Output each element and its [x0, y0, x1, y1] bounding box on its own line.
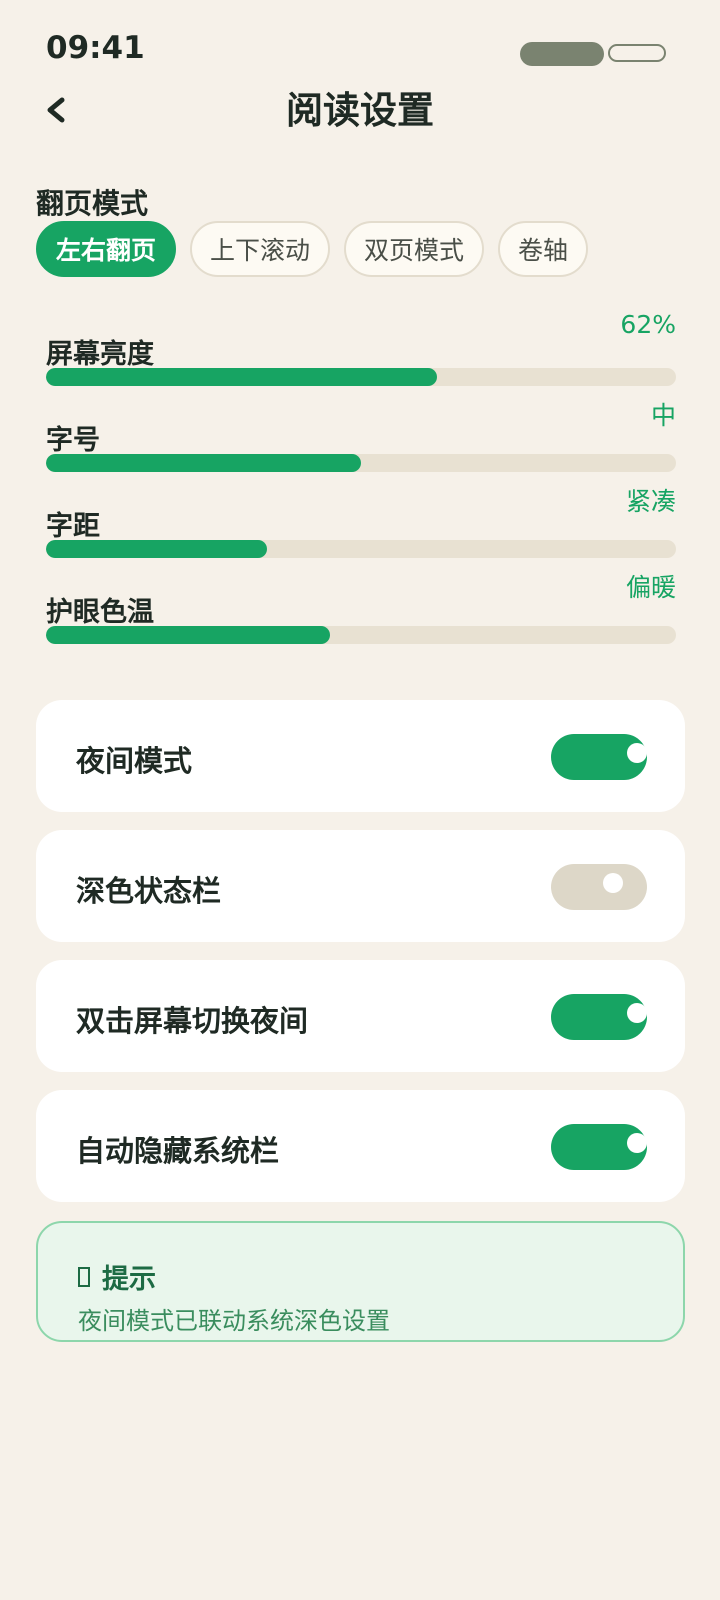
slider-track[interactable]: [46, 368, 676, 386]
setting-dark-status-bar: 深色状态栏: [36, 830, 685, 942]
slider-label: 屏幕亮度: [46, 339, 154, 370]
setting-double-tap-night: 双击屏幕切换夜间: [36, 960, 685, 1072]
slider-track[interactable]: [46, 626, 676, 644]
status-battery-icon: [608, 44, 666, 62]
slider-label: 护眼色温: [46, 597, 154, 628]
slider-fill: [46, 454, 361, 472]
slider-fill: [46, 540, 267, 558]
setting-label: 深色状态栏: [76, 874, 222, 908]
page-mode-option-left-right[interactable]: 左右翻页: [36, 221, 177, 277]
setting-night-mode: 夜间模式: [36, 700, 685, 812]
setting-label: 双击屏幕切换夜间: [76, 1004, 309, 1038]
slider-track[interactable]: [46, 454, 676, 472]
tip-card: 提示 夜间模式已联动系统深色设置: [36, 1221, 685, 1342]
slider-track[interactable]: [46, 540, 676, 558]
page-mode-label: 翻页模式: [36, 187, 149, 220]
tip-text: 夜间模式已联动系统深色设置: [78, 1307, 390, 1335]
tip-heading: 提示: [78, 1257, 156, 1296]
page-mode-option-scroll-roll[interactable]: 卷轴: [498, 221, 589, 277]
page-mode-option-double[interactable]: 双页模式: [344, 221, 485, 277]
slider-fill: [46, 626, 330, 644]
night-mode-toggle[interactable]: [551, 734, 647, 780]
dark-status-bar-toggle[interactable]: [551, 864, 647, 910]
slider-label: 字号: [46, 425, 100, 456]
tip-title: 提示: [102, 1264, 156, 1295]
toggle-knob: [603, 873, 623, 893]
slider-value: 62%: [620, 310, 676, 339]
double-tap-night-toggle[interactable]: [551, 994, 647, 1040]
page-mode-options: 左右翻页 上下滚动 双页模式 卷轴: [36, 221, 589, 277]
auto-hide-system-bar-toggle[interactable]: [551, 1124, 647, 1170]
toggle-knob: [627, 1133, 647, 1153]
slider-value: 偏暖: [625, 573, 676, 602]
slider-label: 字距: [46, 511, 100, 542]
page-mode-option-scroll[interactable]: 上下滚动: [190, 221, 331, 277]
info-icon: [78, 1266, 90, 1287]
setting-label: 自动隐藏系统栏: [76, 1134, 280, 1168]
toggle-knob: [627, 1003, 647, 1023]
page-title: 阅读设置: [286, 89, 434, 132]
setting-auto-hide-system-bar: 自动隐藏系统栏: [36, 1090, 685, 1202]
setting-label: 夜间模式: [76, 744, 193, 778]
status-time: 09:41: [46, 30, 145, 66]
slider-fill: [46, 368, 437, 386]
slider-value: 紧凑: [625, 487, 676, 516]
slider-value: 中: [650, 401, 676, 430]
toggle-knob: [627, 743, 647, 763]
status-indicator-pill: [520, 42, 604, 66]
